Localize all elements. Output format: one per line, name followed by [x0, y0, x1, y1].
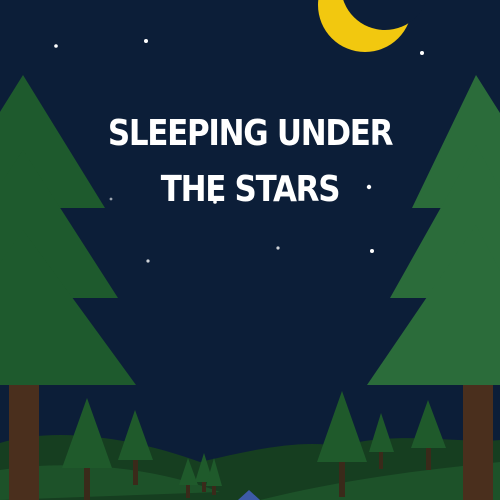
night-camping-poster: SLEEPING UNDER THE STARS: [0, 0, 500, 500]
star: [370, 249, 374, 253]
poster-title-line-1: SLEEPING UNDER: [107, 113, 394, 155]
star: [276, 246, 280, 250]
star: [420, 51, 424, 55]
poster-title-line-2: THE STARS: [160, 169, 341, 211]
scenery-illustration: [0, 0, 500, 500]
poster-title: SLEEPING UNDER THE STARS: [35, 106, 465, 218]
star: [146, 259, 150, 263]
star: [54, 44, 58, 48]
star: [144, 39, 148, 43]
